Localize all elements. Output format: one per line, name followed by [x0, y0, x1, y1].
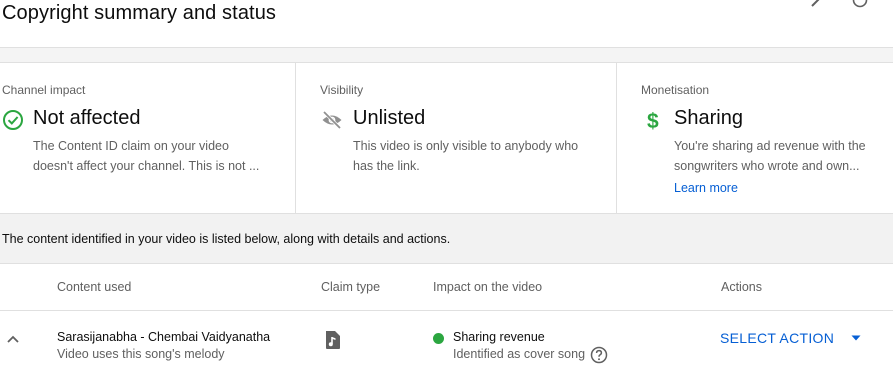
content-notice: The content identified in your video is … — [0, 214, 893, 264]
monetisation-desc-line1: You're sharing ad revenue with the — [674, 139, 866, 153]
channel-impact-label: Channel impact — [2, 83, 86, 97]
check-circle-icon — [3, 110, 23, 130]
column-header-impact: Impact on the video — [433, 280, 543, 294]
monetisation-status: Sharing — [674, 107, 743, 129]
impact-detail: Identified as cover song — [453, 347, 586, 361]
visibility-label: Visibility — [320, 83, 364, 97]
section-gap — [0, 48, 893, 62]
dollar-icon: $ — [647, 110, 659, 131]
select-action-label: SELECT ACTION — [720, 330, 835, 346]
svg-text:$: $ — [647, 110, 659, 131]
column-header-content-used: Content used — [57, 280, 132, 294]
help-icon[interactable] — [590, 346, 608, 364]
caret-down-icon — [851, 335, 861, 341]
help-circle-icon[interactable] — [852, 0, 868, 8]
content-subtitle: Video uses this song's melody — [57, 347, 225, 361]
visibility-description: This video is only visible to anybody wh… — [353, 136, 578, 176]
monetisation-desc-line2: songwriters who wrote and own... — [674, 159, 860, 173]
eye-off-icon — [322, 110, 342, 130]
monetisation-label: Monetisation — [641, 83, 710, 97]
channel-impact-desc-line2: doesn't affect your channel. This is not… — [33, 159, 260, 173]
channel-impact-status: Not affected — [33, 107, 141, 129]
status-dot — [433, 333, 444, 344]
channel-impact-card: Channel impact Not affected The Content … — [0, 63, 296, 214]
visibility-status: Unlisted — [353, 107, 426, 129]
learn-more-link[interactable]: Learn more — [674, 181, 738, 195]
chevron-up-icon[interactable] — [4, 330, 22, 348]
select-action-button[interactable]: SELECT ACTION — [714, 324, 868, 352]
summary-cards: Channel impact Not affected The Content … — [0, 62, 893, 214]
visibility-desc-line1: This video is only visible to anybody wh… — [353, 139, 579, 153]
forward-icon[interactable] — [808, 0, 824, 8]
table-header: Content used Claim type Impact on the vi… — [0, 264, 893, 311]
page-header: Copyright summary and status — [0, 0, 893, 48]
table-row: Sarasijanabha - Chembai Vaidyanatha Vide… — [0, 312, 893, 377]
content-title: Sarasijanabha - Chembai Vaidyanatha — [57, 330, 271, 344]
page-title: Copyright summary and status — [2, 2, 277, 24]
visibility-card: Visibility Unlisted This video is only v… — [297, 63, 617, 214]
column-header-actions: Actions — [721, 280, 762, 294]
column-header-claim-type: Claim type — [321, 280, 381, 294]
content-notice-text: The content identified in your video is … — [2, 232, 451, 246]
visibility-desc-line2: has the link. — [353, 159, 420, 173]
channel-impact-description: The Content ID claim on your video doesn… — [33, 136, 259, 176]
channel-impact-desc-line1: The Content ID claim on your video — [33, 139, 229, 153]
impact-status: Sharing revenue — [453, 330, 545, 344]
music-note-icon — [326, 331, 340, 349]
monetisation-card: Monetisation $ Sharing You're sharing ad… — [618, 63, 893, 214]
monetisation-description: You're sharing ad revenue with the songw… — [674, 136, 866, 176]
